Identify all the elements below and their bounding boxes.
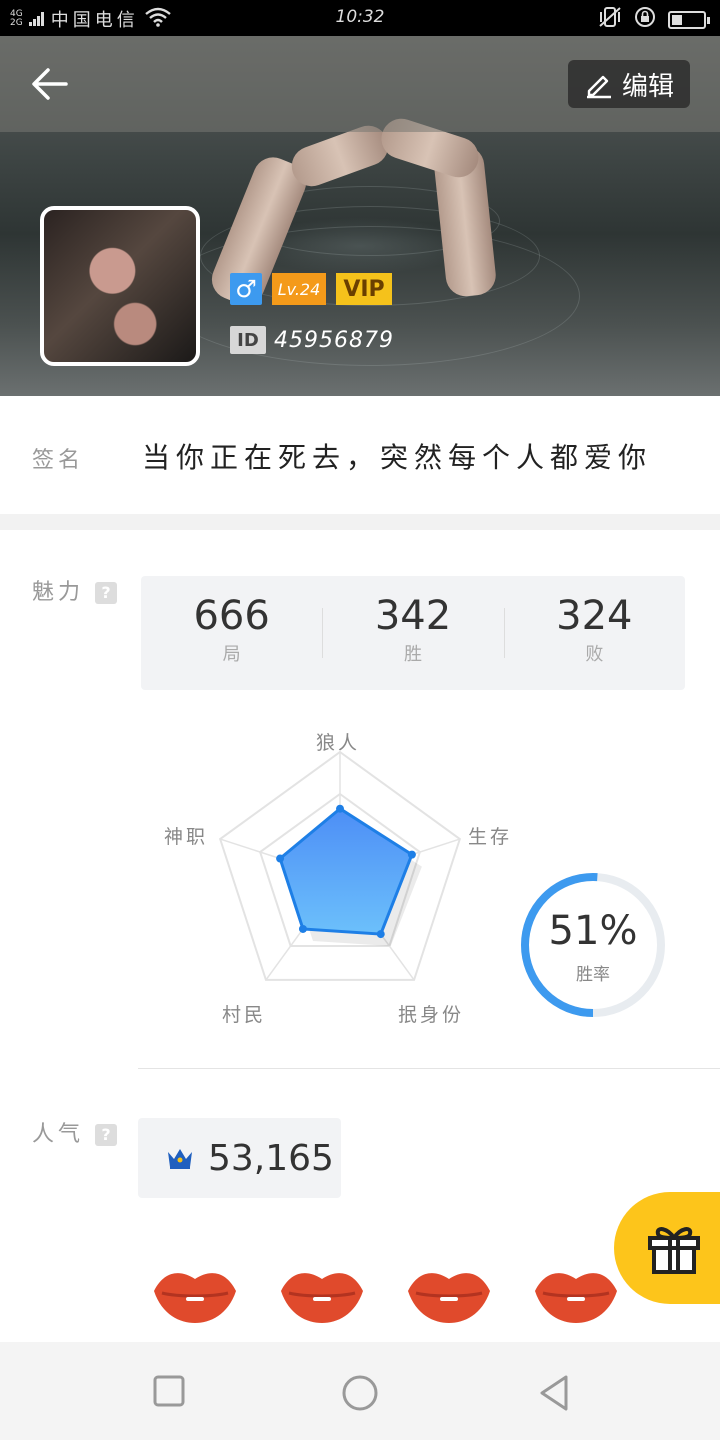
stat-caption: 局 xyxy=(222,644,241,665)
game-stats: 666 局 342 胜 324 败 xyxy=(141,576,685,690)
kiss-icon[interactable] xyxy=(150,1265,240,1325)
status-bar: 4G 2G 中国电信 10:32 xyxy=(0,0,720,36)
signature-section: 签名 当你正在死去，突然每个人都爱你 xyxy=(0,396,720,514)
battery-icon xyxy=(668,10,710,29)
popularity-box: 53,165 xyxy=(138,1118,341,1198)
popularity-value: 53,165 xyxy=(208,1137,334,1179)
stat-wins: 342 胜 xyxy=(322,576,503,690)
ability-label: 魅力 ? xyxy=(32,574,118,606)
help-icon[interactable]: ? xyxy=(95,1124,118,1146)
radar-axis-survival: 生存 xyxy=(468,826,513,848)
radar-axis-villager: 村民 xyxy=(222,1004,267,1026)
male-gender-icon: ♂ xyxy=(230,273,262,305)
stat-caption: 败 xyxy=(585,644,604,665)
win-rate-ring: 51% 胜率 xyxy=(518,870,668,1020)
edit-button[interactable]: 编辑 xyxy=(568,60,690,108)
kiss-icon[interactable] xyxy=(404,1265,494,1325)
radar-svg xyxy=(218,750,462,981)
divider-line xyxy=(138,1068,720,1069)
vip-badge: VIP xyxy=(336,273,392,305)
stat-caption: 胜 xyxy=(403,644,422,665)
radar-point xyxy=(407,850,416,859)
signature-text: 当你正在死去，突然每个人都爱你 xyxy=(142,441,653,474)
win-rate-caption: 胜率 xyxy=(576,965,610,985)
stat-value: 342 xyxy=(374,593,452,639)
radar-point xyxy=(298,924,307,933)
system-nav-bar xyxy=(0,1342,720,1440)
stat-value: 324 xyxy=(556,593,633,639)
signature-label: 签名 xyxy=(32,448,85,473)
level-badge: Lv.24 xyxy=(272,273,326,305)
radar-point xyxy=(276,854,285,863)
rotation-lock-icon xyxy=(634,6,656,33)
profile-cover: 编辑 ♂ Lv.24 VIP ID 45956879 xyxy=(0,36,720,396)
kiss-icon[interactable] xyxy=(277,1265,367,1325)
radar-point xyxy=(336,804,344,813)
popularity-label-text: 人气 xyxy=(32,1122,85,1147)
ability-label-text: 魅力 xyxy=(32,580,85,605)
id-tag: ID xyxy=(230,326,266,354)
crown-icon xyxy=(168,1149,192,1169)
radar-axis-identify: 抿身份 xyxy=(398,1004,465,1026)
recent-apps-button[interactable] xyxy=(153,1375,187,1409)
gift-button[interactable] xyxy=(614,1192,720,1304)
back-button[interactable] xyxy=(30,64,82,104)
avatar[interactable] xyxy=(40,206,200,366)
help-icon[interactable]: ? xyxy=(95,582,118,604)
home-button[interactable] xyxy=(340,1373,380,1413)
stat-losses: 324 败 xyxy=(503,576,685,690)
user-id: 45956879 xyxy=(274,327,394,353)
pencil-icon xyxy=(586,75,611,99)
stat-games: 666 局 xyxy=(141,576,322,690)
radar-axis-god: 神职 xyxy=(164,826,209,848)
edit-label: 编辑 xyxy=(621,71,674,102)
radar-point xyxy=(376,930,385,939)
kiss-icon[interactable] xyxy=(531,1265,621,1325)
gift-icon xyxy=(648,1227,700,1274)
radar-axis-werewolf: 狼人 xyxy=(316,732,361,754)
win-rate-value: 51% xyxy=(548,908,638,954)
section-divider xyxy=(0,514,720,530)
ability-radar-chart: 狼人 生存 抿身份 村民 神职 xyxy=(150,720,530,1040)
profile-badges: ♂ Lv.24 VIP xyxy=(230,273,392,305)
arrow-left-icon xyxy=(32,68,68,100)
user-id-row: ID 45956879 xyxy=(230,326,394,354)
back-nav-button[interactable] xyxy=(536,1373,572,1413)
vibrate-icon xyxy=(598,6,622,33)
stat-value: 666 xyxy=(193,593,270,639)
popularity-label: 人气 ? xyxy=(32,1116,118,1148)
